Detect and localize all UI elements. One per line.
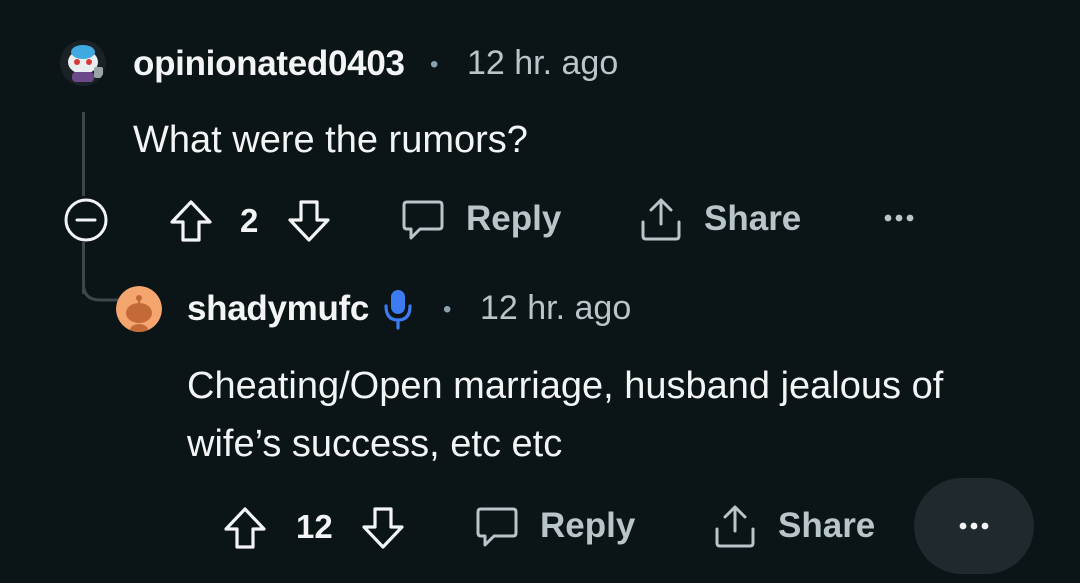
upvote-arrow-icon — [224, 507, 266, 549]
avatar-shadymufc[interactable] — [116, 286, 162, 332]
comment1-vote-count: 2 — [240, 202, 259, 239]
comment1-separator: • — [430, 51, 439, 78]
snoo-avatar-icon — [60, 40, 106, 86]
share-upload-icon — [641, 198, 681, 241]
comment2-vote-count: 12 — [296, 508, 333, 545]
avatar-opinionated0403[interactable] — [60, 40, 106, 86]
comment2-body-line1: Cheating/Open marriage, husband jealous … — [187, 365, 944, 407]
upvote-arrow-icon — [170, 200, 212, 242]
comment2-downvote-button[interactable] — [360, 505, 406, 551]
share-upload-icon — [715, 505, 755, 548]
comment2-body-line2: wife’s success, etc etc — [187, 423, 563, 465]
more-dots-icon — [884, 214, 914, 222]
microphone-icon — [384, 290, 412, 330]
reply-bubble-icon — [476, 507, 518, 547]
comment1-more-button[interactable] — [882, 206, 916, 230]
comment1-reply-label: Reply — [466, 199, 562, 238]
comment2-reply-label: Reply — [540, 506, 636, 545]
comment2-more-button[interactable] — [914, 478, 1034, 574]
default-snoo-avatar-icon — [116, 286, 162, 332]
collapse-minus-icon — [64, 198, 108, 242]
downvote-arrow-icon — [288, 200, 330, 242]
thread-line-top — [82, 112, 85, 196]
comment2-timestamp: 12 hr. ago — [480, 289, 632, 327]
comment1-share-button[interactable]: Share — [638, 196, 801, 242]
comment1-body: What were the rumors? — [133, 119, 528, 161]
comment1-upvote-button[interactable] — [168, 198, 214, 244]
comment1-timestamp: 12 hr. ago — [467, 44, 619, 82]
more-dots-icon — [959, 522, 989, 530]
comment2-share-button[interactable]: Share — [712, 503, 875, 549]
collapse-button[interactable] — [62, 196, 110, 244]
reply-bubble-icon — [402, 200, 444, 240]
microphone-badge — [383, 288, 413, 330]
comment1-username[interactable]: opinionated0403 — [133, 44, 405, 84]
comment2-share-label: Share — [778, 506, 876, 545]
comment2-username[interactable]: shadymufc — [187, 289, 369, 329]
downvote-arrow-icon — [362, 507, 404, 549]
comment1-downvote-button[interactable] — [286, 198, 332, 244]
comment2-upvote-button[interactable] — [222, 505, 268, 551]
comment2-separator: • — [443, 296, 452, 323]
comment1-reply-button[interactable]: Reply — [400, 196, 561, 242]
comment1-share-label: Share — [704, 199, 802, 238]
comment2-reply-button[interactable]: Reply — [474, 503, 635, 549]
